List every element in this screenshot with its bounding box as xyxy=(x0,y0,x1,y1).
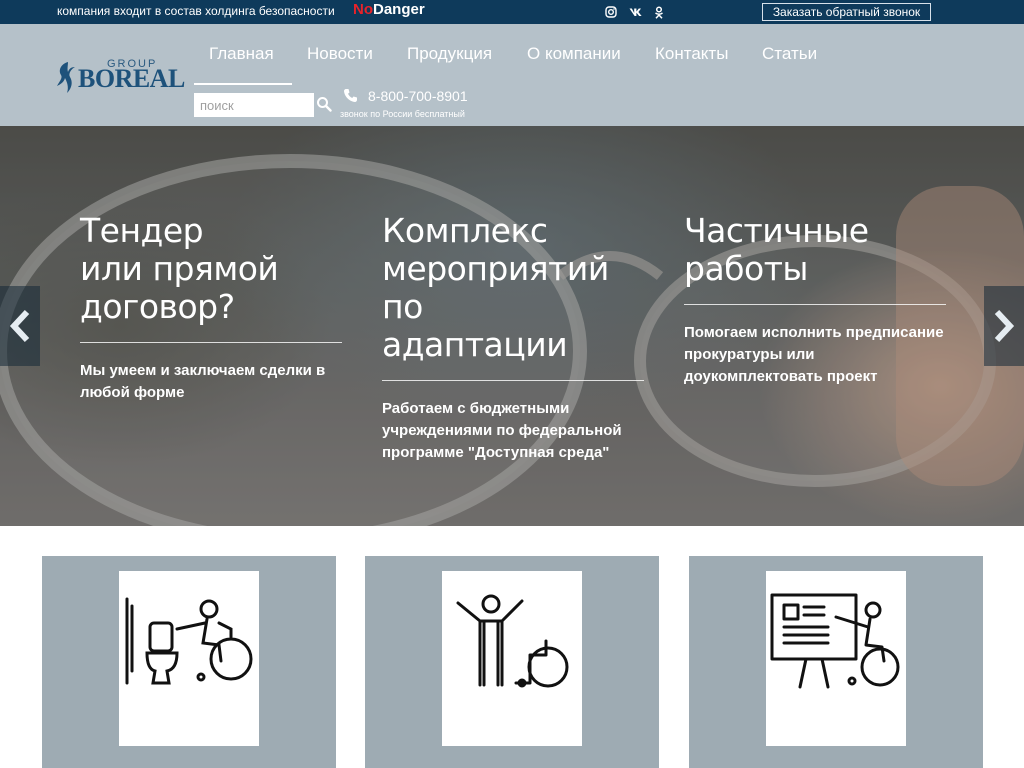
phone-icon xyxy=(343,88,359,104)
hero-title: Частичные работы xyxy=(684,211,869,288)
hero-text: Помогаем исполнить предписание прокурату… xyxy=(684,324,944,385)
divider xyxy=(80,342,342,343)
nav-active-indicator xyxy=(194,83,292,85)
hero-column-complex: Комплекс мероприятий по адаптации Работа… xyxy=(382,212,644,464)
slider-prev-button[interactable] xyxy=(0,286,40,366)
vk-icon[interactable] xyxy=(628,5,644,19)
chevron-right-icon xyxy=(994,309,1015,343)
search-icon[interactable] xyxy=(316,96,334,114)
nav-item-news[interactable]: Новости xyxy=(307,44,373,64)
nav-item-products[interactable]: Продукция xyxy=(407,44,492,64)
phone-number[interactable]: 8-800-700-8901 xyxy=(368,88,468,104)
odnoklassniki-icon[interactable] xyxy=(652,5,666,19)
boreal-mark-icon xyxy=(57,62,75,93)
holding-text: компания входит в состав холдинга безопа… xyxy=(57,4,335,18)
site-header: GROUP BOREAL Главная Новости Продукция О… xyxy=(0,24,1024,126)
search-input[interactable] xyxy=(194,93,314,117)
instagram-icon[interactable] xyxy=(604,5,618,19)
service-card-wheelchair[interactable] xyxy=(365,556,659,768)
logo-name: BOREAL xyxy=(78,64,185,93)
phone-note: звонок по России бесплатный xyxy=(340,109,465,119)
chevron-left-icon xyxy=(9,309,30,343)
person-and-wheelchair-icon xyxy=(442,571,582,746)
divider xyxy=(684,304,946,305)
slider-next-button[interactable] xyxy=(984,286,1024,366)
hero-column-tender: Тендер или прямой договор? Мы умеем и за… xyxy=(80,212,342,404)
nav-item-articles[interactable]: Статьи xyxy=(762,44,817,64)
service-card-toilet[interactable] xyxy=(42,556,336,768)
hero-text: Мы умеем и заключаем сделки в любой форм… xyxy=(80,362,326,401)
hero-slider: Тендер или прямой договор? Мы умеем и за… xyxy=(0,126,1024,526)
nav-item-home[interactable]: Главная xyxy=(209,44,274,64)
accessible-toilet-icon xyxy=(119,571,259,746)
divider xyxy=(382,380,644,381)
nav-item-about[interactable]: О компании xyxy=(527,44,621,64)
hero-title: Комплекс мероприятий по адаптации xyxy=(382,211,609,364)
top-bar: компания входит в состав холдинга безопа… xyxy=(0,0,1024,24)
hero-text: Работаем с бюджетными учреждениями по фе… xyxy=(382,400,622,461)
hero-title: Тендер или прямой договор? xyxy=(80,211,279,326)
nav-item-contacts[interactable]: Контакты xyxy=(655,44,728,64)
presentation-wheelchair-icon xyxy=(766,571,906,746)
boreal-logo[interactable]: GROUP BOREAL xyxy=(55,58,185,98)
nodanger-logo[interactable]: NoDanger xyxy=(353,1,425,18)
callback-button[interactable]: Заказать обратный звонок xyxy=(762,3,931,21)
service-card-presentation[interactable] xyxy=(689,556,983,768)
hero-column-partial: Частичные работы Помогаем исполнить пред… xyxy=(684,212,946,388)
